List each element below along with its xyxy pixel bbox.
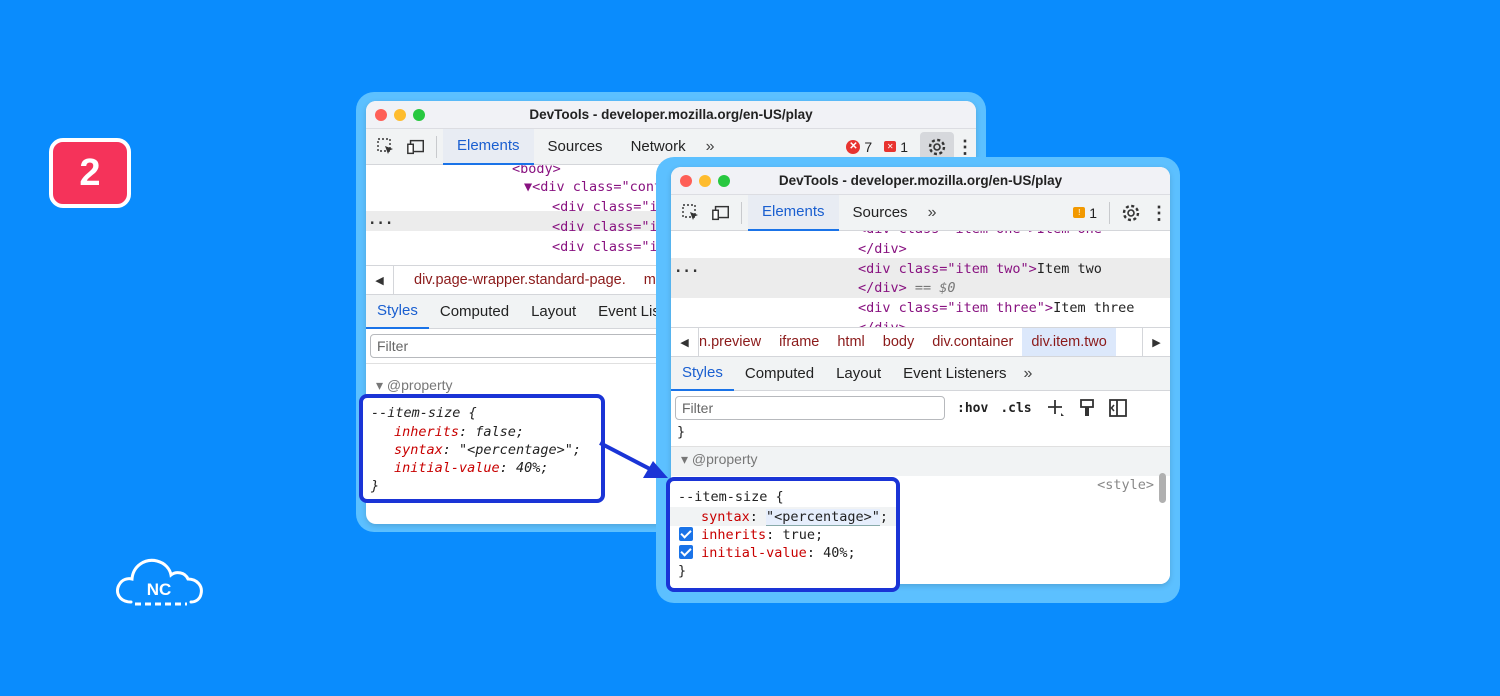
logo-text: NC bbox=[147, 580, 172, 599]
tab-elements[interactable]: Elements bbox=[443, 128, 534, 165]
dom-node-item-one[interactable]: <div class="item one">Item one bbox=[858, 231, 1102, 239]
styles-scrollbar[interactable] bbox=[1159, 473, 1166, 503]
maximize-window-button[interactable] bbox=[413, 109, 425, 121]
inspect-element-icon[interactable] bbox=[681, 203, 701, 223]
declaration-inherits: inherits: false; bbox=[394, 424, 525, 440]
breadcrumb-scroll-left-icon[interactable]: ◀ bbox=[671, 328, 699, 356]
device-toolbar-icon[interactable] bbox=[406, 137, 426, 157]
dom-node-container[interactable]: ▼<div class="cont bbox=[524, 177, 662, 197]
error-counter[interactable]: ✕ 7 bbox=[846, 139, 872, 155]
toggle-sidebar-icon[interactable] bbox=[1108, 398, 1128, 418]
more-options-icon[interactable]: ⋮ bbox=[1148, 204, 1170, 222]
checkbox-checked-icon[interactable] bbox=[679, 527, 693, 541]
rule-selector: --item-size { bbox=[678, 489, 784, 505]
close-window-button[interactable] bbox=[680, 175, 692, 187]
inspect-element-icon[interactable] bbox=[376, 137, 396, 157]
tab-elements[interactable]: Elements bbox=[748, 194, 839, 231]
front-titlebar: DevTools - developer.mozilla.org/en-US/p… bbox=[671, 167, 1170, 195]
breadcrumb-item[interactable]: div.container bbox=[923, 328, 1022, 356]
declaration-initial-value: initial-value: 40%; bbox=[394, 460, 549, 476]
breadcrumb-item[interactable]: body bbox=[874, 328, 923, 356]
gear-icon bbox=[1122, 204, 1140, 221]
subtab-computed[interactable]: Computed bbox=[734, 357, 825, 391]
breadcrumb-item-selected[interactable]: div.item.two bbox=[1022, 328, 1116, 356]
dom-node-close: </div> bbox=[858, 241, 907, 257]
dom-node-item[interactable]: <div class="it bbox=[552, 197, 666, 217]
window-title: DevTools - developer.mozilla.org/en-US/p… bbox=[529, 107, 813, 122]
at-property-header[interactable]: ▾ @property bbox=[376, 376, 453, 394]
dom-node-item-two[interactable]: <div class="item two">Item two bbox=[858, 259, 1102, 279]
gear-icon bbox=[928, 138, 946, 155]
tab-sources[interactable]: Sources bbox=[839, 195, 922, 231]
rule-source-link[interactable]: <style> bbox=[1097, 476, 1154, 494]
front-filter-bar: Filter :hov .cls bbox=[671, 391, 1170, 425]
declaration-syntax: syntax: "<percentage>"; bbox=[394, 442, 581, 458]
breadcrumb-item[interactable]: html bbox=[828, 328, 873, 356]
dom-node-item[interactable]: <div class="it bbox=[552, 237, 666, 257]
breadcrumb-item[interactable]: n.preview bbox=[699, 328, 770, 356]
dom-node-close: </div> bbox=[858, 318, 907, 327]
front-breadcrumb: ◀ n.preview iframe html body div.contain… bbox=[671, 327, 1170, 357]
issues-counter[interactable]: ! 1 bbox=[1073, 205, 1097, 221]
more-tabs-button[interactable]: » bbox=[922, 204, 943, 222]
step-number-badge: 2 bbox=[49, 138, 131, 208]
minimize-window-button[interactable] bbox=[699, 175, 711, 187]
declaration-initial-value[interactable]: initial-value: 40%; bbox=[679, 544, 856, 562]
maximize-window-button[interactable] bbox=[718, 175, 730, 187]
error-icon: ✕ bbox=[846, 139, 861, 154]
breadcrumb-item[interactable]: div.page-wrapper.standard-page. bbox=[394, 266, 635, 294]
styles-filter-input[interactable]: Filter bbox=[675, 396, 945, 420]
styles-filter-input[interactable]: Filter bbox=[370, 334, 670, 358]
issue-icon: ! bbox=[1073, 207, 1086, 218]
breadcrumb-scroll-right-icon[interactable]: ▶ bbox=[1142, 328, 1170, 356]
settings-button[interactable] bbox=[1114, 198, 1148, 228]
issue-count: 1 bbox=[1089, 204, 1097, 221]
window-title: DevTools - developer.mozilla.org/en-US/p… bbox=[778, 173, 1063, 188]
more-tabs-button[interactable]: » bbox=[700, 138, 721, 156]
node-actions-ellipsis[interactable]: ... bbox=[674, 261, 699, 275]
device-toolbar-icon[interactable] bbox=[711, 203, 731, 223]
more-subtabs-button[interactable]: » bbox=[1018, 365, 1039, 383]
dom-node-close-selected: </div> == $0 bbox=[858, 280, 956, 296]
subtab-styles[interactable]: Styles bbox=[671, 357, 734, 391]
dom-node-item-three[interactable]: <div class="item three">Item three bbox=[858, 298, 1134, 318]
subtab-layout[interactable]: Layout bbox=[520, 295, 587, 329]
front-dom-tree: ... <div class="item one">Item one </div… bbox=[671, 231, 1170, 327]
rule-selector: --item-size { bbox=[371, 405, 477, 421]
class-toggle[interactable]: .cls bbox=[1000, 401, 1031, 416]
issue-icon: ✕ bbox=[884, 141, 897, 152]
close-window-button[interactable] bbox=[375, 109, 387, 121]
declaration-syntax[interactable]: syntax: "<percentage>"; bbox=[701, 508, 888, 526]
add-rule-icon[interactable] bbox=[1046, 398, 1066, 418]
breadcrumb-item[interactable]: iframe bbox=[770, 328, 828, 356]
issues-counter[interactable]: ✕ 1 bbox=[884, 139, 908, 155]
tab-sources[interactable]: Sources bbox=[534, 129, 617, 165]
minimize-window-button[interactable] bbox=[394, 109, 406, 121]
paint-brush-icon[interactable] bbox=[1078, 398, 1096, 418]
rule-close-brace: } bbox=[371, 478, 380, 494]
back-titlebar: DevTools - developer.mozilla.org/en-US/p… bbox=[366, 101, 976, 129]
nc-cloud-logo-icon: NC bbox=[116, 558, 203, 606]
step-number: 2 bbox=[79, 151, 101, 194]
subtab-event-listeners[interactable]: Event Listeners bbox=[892, 357, 1017, 391]
checkbox-checked-icon[interactable] bbox=[679, 545, 693, 559]
node-actions-ellipsis[interactable]: ... bbox=[368, 213, 393, 227]
rule-close-brace: } bbox=[678, 563, 687, 579]
back-rule-callout: --item-size { inherits: false; syntax: "… bbox=[359, 394, 605, 503]
previous-rule-close-brace: } bbox=[677, 424, 686, 440]
breadcrumb-scroll-left-icon[interactable]: ◀ bbox=[366, 266, 394, 294]
subtab-computed[interactable]: Computed bbox=[429, 295, 520, 329]
hover-state-toggle[interactable]: :hov bbox=[957, 401, 988, 416]
front-rule-callout: --item-size { syntax: "<percentage>"; in… bbox=[666, 477, 900, 592]
at-property-header[interactable]: ▾ @property bbox=[681, 450, 758, 468]
more-options-icon[interactable]: ⋮ bbox=[954, 138, 976, 156]
front-styles-subtabs: Styles Computed Layout Event Listeners » bbox=[671, 357, 1170, 391]
subtab-layout[interactable]: Layout bbox=[825, 357, 892, 391]
issue-count: 1 bbox=[900, 138, 908, 155]
declaration-inherits[interactable]: inherits: true; bbox=[679, 526, 823, 544]
dom-node-item[interactable]: <div class="it bbox=[552, 217, 666, 237]
subtab-styles[interactable]: Styles bbox=[366, 295, 429, 329]
front-main-toolbar: Elements Sources » ! 1 ⋮ bbox=[671, 194, 1170, 231]
error-count: 7 bbox=[864, 138, 873, 155]
